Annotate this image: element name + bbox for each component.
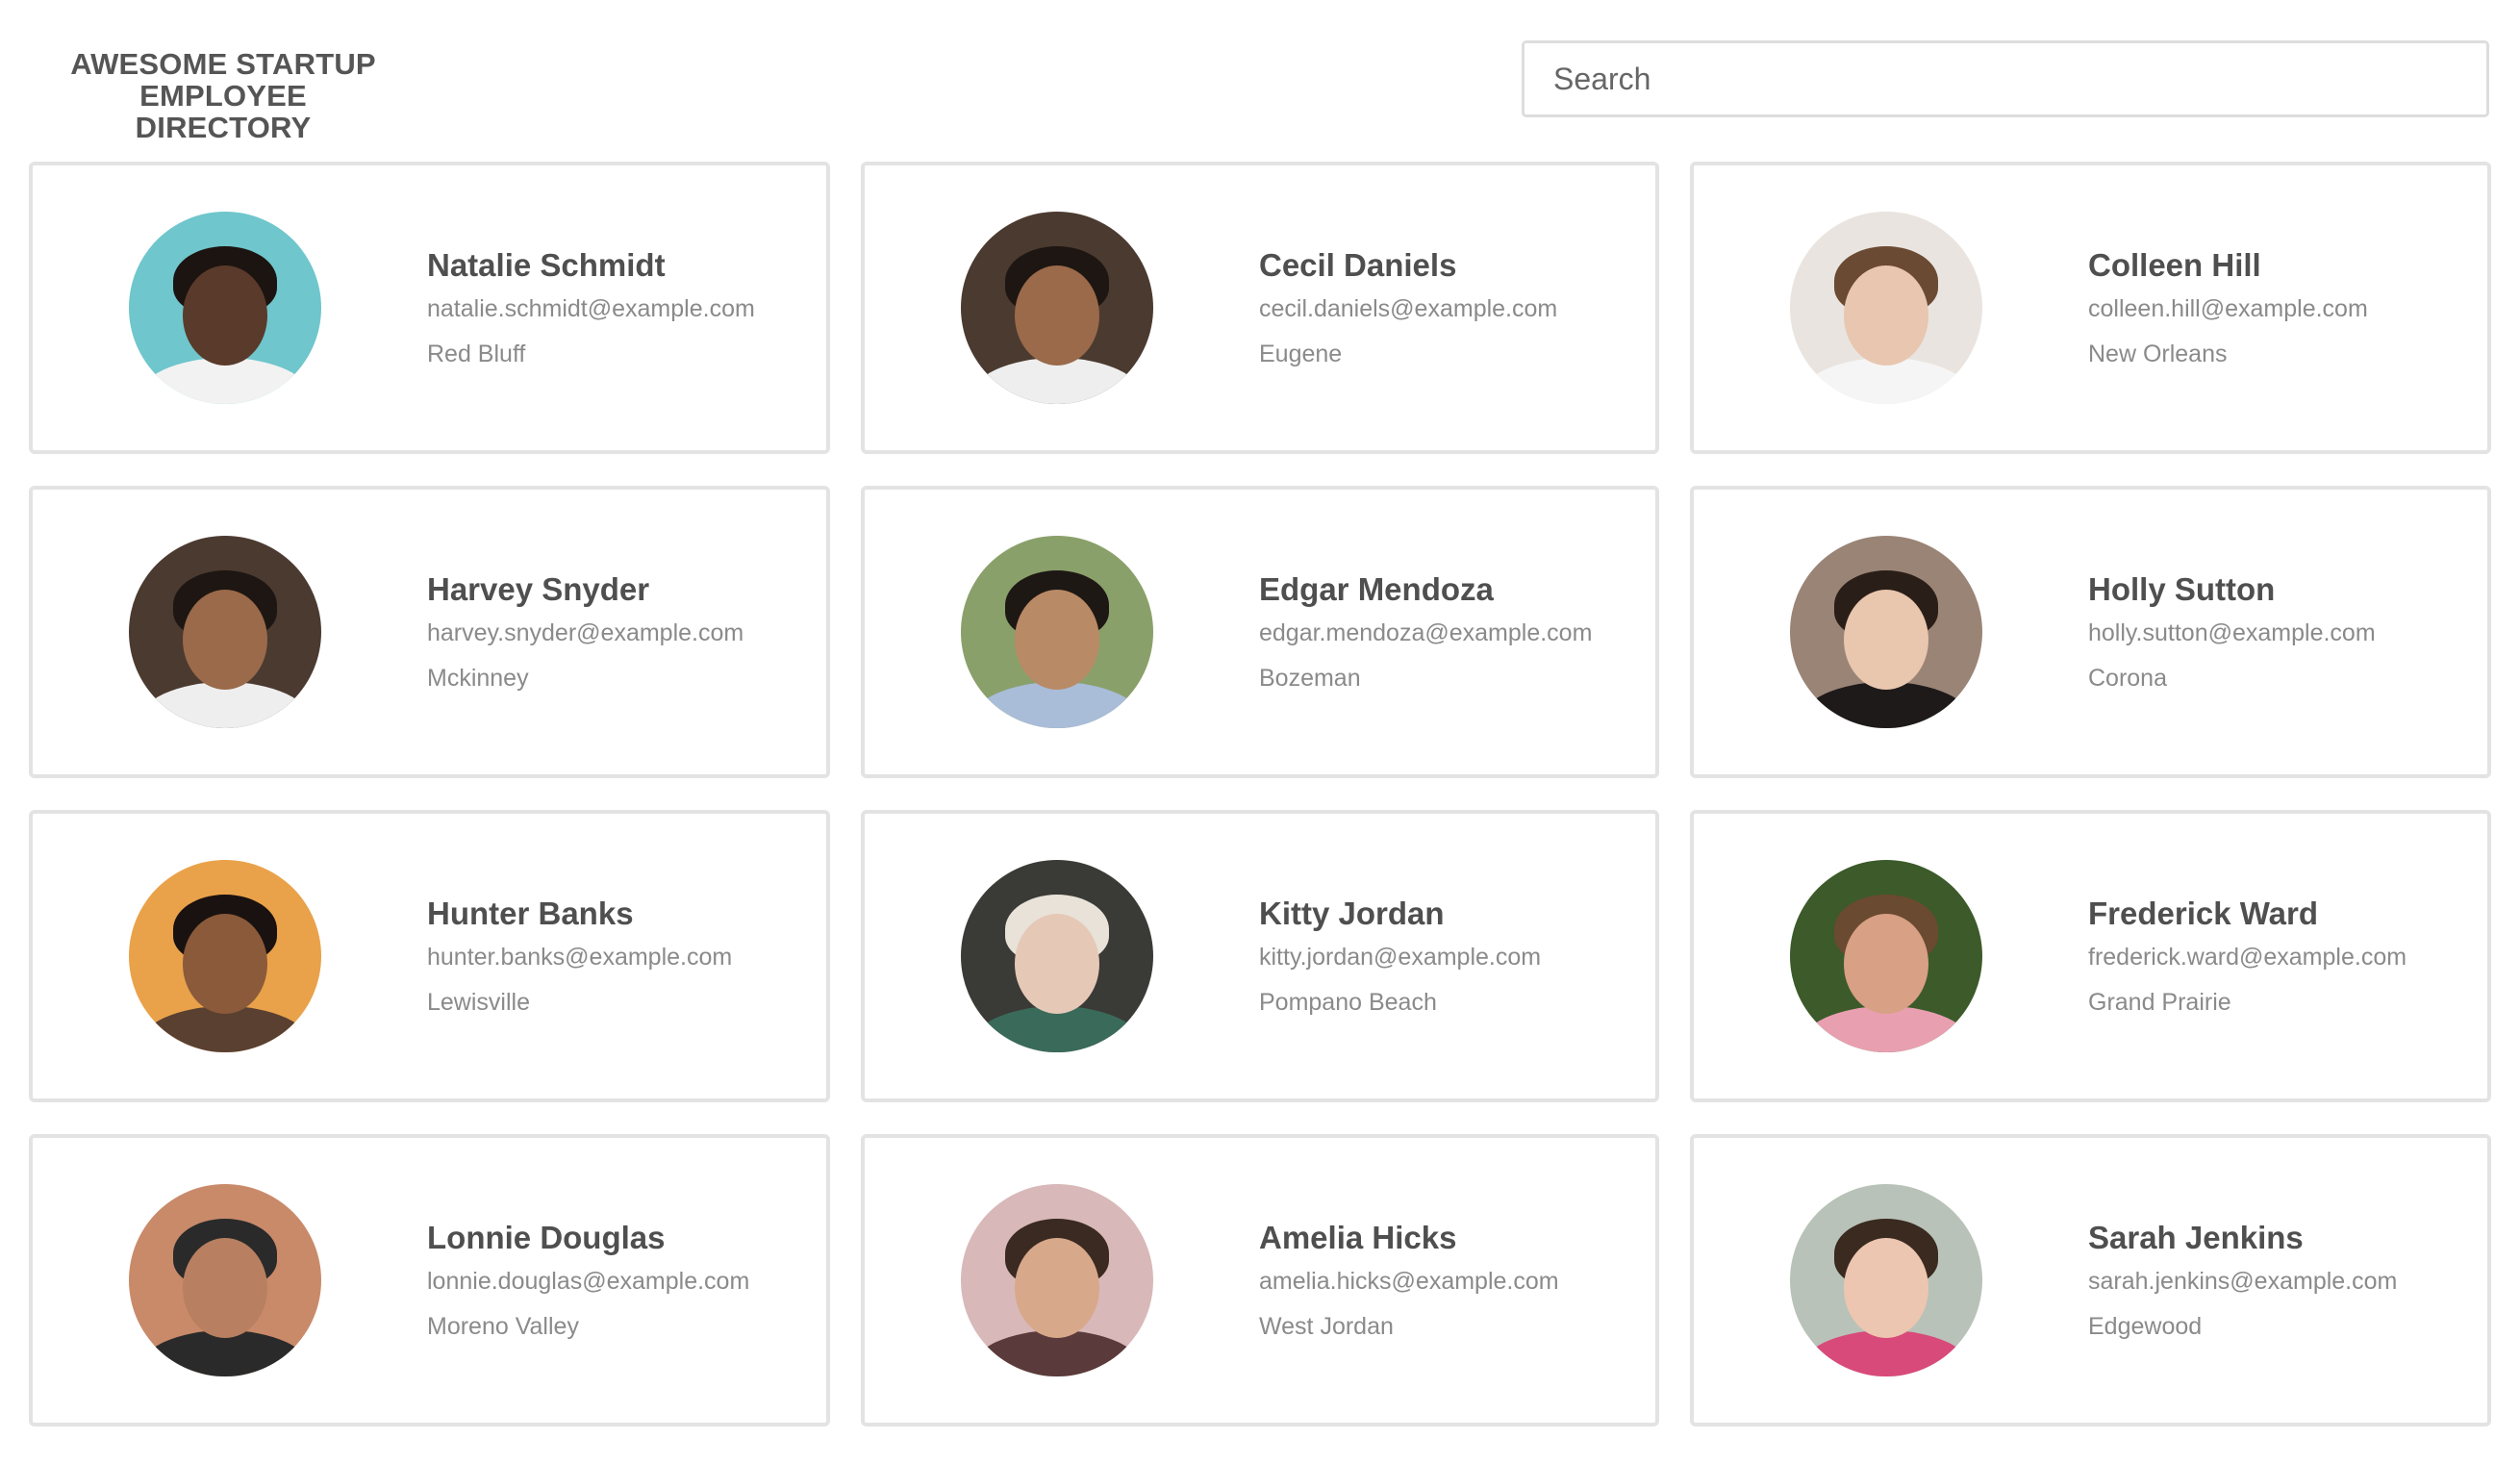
app-title-line-2: EMPLOYEE DIRECTORY (135, 79, 312, 144)
employee-card[interactable]: Amelia Hicks amelia.hicks@example.com West… (861, 1134, 1659, 1426)
app-title: AWESOME STARTUP EMPLOYEE DIRECTORY (60, 48, 387, 143)
employee-city: Edgewood (2088, 1313, 2203, 1340)
employee-card[interactable]: Harvey Snyder harvey.snyder@example.com Mc… (29, 486, 830, 778)
employee-info: Holly Sutton holly.sutton@example.com Coro… (2088, 571, 2376, 693)
page-header: AWESOME STARTUP EMPLOYEE DIRECTORY (0, 0, 2520, 144)
app-title-line-1: AWESOME STARTUP (70, 47, 376, 81)
employee-city: Grand Prairie (2088, 989, 2231, 1016)
employee-city: West Jordan (1259, 1313, 1394, 1340)
employee-info: Amelia Hicks amelia.hicks@example.com West… (1259, 1220, 1559, 1341)
employee-info: Hunter Banks hunter.banks@example.com Lewi… (427, 896, 732, 1017)
employee-email: sarah.jenkins@example.com (2088, 1268, 2398, 1295)
employee-info: Lonnie Douglas lonnie.douglas@example.com… (427, 1220, 749, 1341)
employee-email: harvey.snyder@example.com (427, 619, 744, 646)
avatar (129, 860, 321, 1052)
avatar (961, 860, 1153, 1052)
employee-name: Edgar Mendoza (1259, 571, 1494, 607)
employee-city: Bozeman (1259, 665, 1361, 692)
employee-name: Cecil Daniels (1259, 247, 1457, 283)
employee-name: Frederick Ward (2088, 896, 2319, 931)
employee-email: cecil.daniels@example.com (1259, 295, 1558, 322)
employee-info: Harvey Snyder harvey.snyder@example.com Mc… (427, 571, 743, 693)
employee-info: Natalie Schmidt natalie.schmidt@example.c… (427, 247, 755, 368)
employee-card[interactable]: Sarah Jenkins sarah.jenkins@example.com Ed… (1690, 1134, 2491, 1426)
employee-name: Colleen Hill (2088, 247, 2261, 283)
avatar (1790, 536, 1982, 728)
avatar (961, 536, 1153, 728)
avatar (1790, 860, 1982, 1052)
employee-name: Lonnie Douglas (427, 1220, 666, 1255)
search-input[interactable] (1522, 40, 2489, 117)
employee-city: New Orleans (2088, 341, 2228, 367)
employee-card[interactable]: Hunter Banks hunter.banks@example.com Lewi… (29, 810, 830, 1102)
employee-city: Mckinney (427, 665, 529, 692)
employee-info: Frederick Ward frederick.ward@example.com… (2088, 896, 2407, 1017)
avatar (961, 1184, 1153, 1376)
avatar (1790, 212, 1982, 404)
employee-name: Sarah Jenkins (2088, 1220, 2304, 1255)
employee-city: Red Bluff (427, 341, 526, 367)
employee-city: Eugene (1259, 341, 1343, 367)
employee-card[interactable]: Frederick Ward frederick.ward@example.com… (1690, 810, 2491, 1102)
employee-card[interactable]: Natalie Schmidt natalie.schmidt@example.c… (29, 162, 830, 454)
employee-email: colleen.hill@example.com (2088, 295, 2368, 322)
employee-email: kitty.jordan@example.com (1259, 944, 1542, 971)
employee-card[interactable]: Edgar Mendoza edgar.mendoza@example.com Bo… (861, 486, 1659, 778)
employee-email: amelia.hicks@example.com (1259, 1268, 1559, 1295)
employee-info: Kitty Jordan kitty.jordan@example.com Pomp… (1259, 896, 1541, 1017)
employee-name: Holly Sutton (2088, 571, 2276, 607)
employee-card[interactable]: Lonnie Douglas lonnie.douglas@example.com… (29, 1134, 830, 1426)
employee-name: Harvey Snyder (427, 571, 650, 607)
employee-name: Hunter Banks (427, 896, 634, 931)
employee-name: Kitty Jordan (1259, 896, 1445, 931)
employee-city: Moreno Valley (427, 1313, 579, 1340)
employee-email: frederick.ward@example.com (2088, 944, 2407, 971)
employee-name: Natalie Schmidt (427, 247, 666, 283)
avatar (129, 1184, 321, 1376)
employee-city: Pompano Beach (1259, 989, 1437, 1016)
employee-email: hunter.banks@example.com (427, 944, 733, 971)
employee-info: Sarah Jenkins sarah.jenkins@example.com Ed… (2088, 1220, 2397, 1341)
employee-email: holly.sutton@example.com (2088, 619, 2376, 646)
avatar (1790, 1184, 1982, 1376)
employee-email: edgar.mendoza@example.com (1259, 619, 1593, 646)
avatar (961, 212, 1153, 404)
employee-card[interactable]: Kitty Jordan kitty.jordan@example.com Pomp… (861, 810, 1659, 1102)
employee-card[interactable]: Cecil Daniels cecil.daniels@example.com Eu… (861, 162, 1659, 454)
employee-city: Lewisville (427, 989, 530, 1016)
avatar (129, 212, 321, 404)
employee-city: Corona (2088, 665, 2167, 692)
avatar (129, 536, 321, 728)
employee-info: Edgar Mendoza edgar.mendoza@example.com Bo… (1259, 571, 1592, 693)
employee-card[interactable]: Colleen Hill colleen.hill@example.com New … (1690, 162, 2491, 454)
employee-grid: Natalie Schmidt natalie.schmidt@example.c… (29, 162, 2491, 1426)
employee-email: lonnie.douglas@example.com (427, 1268, 750, 1295)
employee-name: Amelia Hicks (1259, 1220, 1457, 1255)
employee-info: Cecil Daniels cecil.daniels@example.com Eu… (1259, 247, 1557, 368)
employee-card[interactable]: Holly Sutton holly.sutton@example.com Coro… (1690, 486, 2491, 778)
employee-info: Colleen Hill colleen.hill@example.com New … (2088, 247, 2368, 368)
employee-email: natalie.schmidt@example.com (427, 295, 755, 322)
